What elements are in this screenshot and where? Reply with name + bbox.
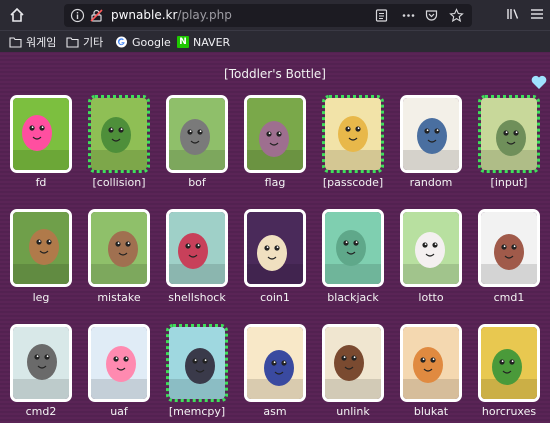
- challenge-page: [Toddler's Bottle] fd [collision] bof flag[…: [0, 52, 550, 423]
- bookmark-label: 워게임: [26, 36, 57, 49]
- bookmark-label: NAVER: [193, 35, 231, 49]
- challenge-card[interactable]: [400, 324, 462, 402]
- challenge-label[interactable]: asm: [230, 405, 320, 418]
- challenge-card[interactable]: [400, 95, 462, 173]
- challenge-card[interactable]: [478, 209, 540, 287]
- challenge-artwork: [247, 98, 303, 170]
- bookmark-label: Google: [132, 35, 171, 49]
- more-actions-icon[interactable]: [401, 8, 416, 23]
- naver-icon: N: [177, 36, 189, 48]
- challenge-card[interactable]: [10, 324, 72, 402]
- challenge-card[interactable]: [478, 324, 540, 402]
- url-path: /play.php: [177, 8, 232, 22]
- challenge-artwork: [325, 98, 381, 170]
- challenge-card[interactable]: [322, 95, 384, 173]
- library-icon[interactable]: [505, 6, 521, 22]
- challenge-card[interactable]: [166, 324, 228, 402]
- challenge-label[interactable]: random: [386, 176, 476, 189]
- challenge-card[interactable]: [322, 324, 384, 402]
- bookmark-folder-etc[interactable]: 기타: [66, 35, 103, 49]
- folder-icon: [9, 37, 22, 48]
- challenge-artwork: [169, 98, 225, 170]
- challenge-card[interactable]: [244, 324, 306, 402]
- challenge-label[interactable]: bof: [152, 176, 242, 189]
- challenge-card[interactable]: [166, 209, 228, 287]
- reader-view-icon[interactable]: [374, 8, 389, 23]
- home-icon[interactable]: [6, 4, 28, 26]
- challenge-label[interactable]: shellshock: [152, 291, 242, 304]
- challenge-label[interactable]: flag: [230, 176, 320, 189]
- bookmark-naver[interactable]: N NAVER: [177, 35, 230, 49]
- bookmarks-bar: 워게임 기타 Google N NAVER: [0, 30, 550, 52]
- challenge-label[interactable]: [passcode]: [308, 176, 398, 189]
- challenge-label[interactable]: lotto: [386, 291, 476, 304]
- address-bar[interactable]: pwnable.kr/play.php: [64, 4, 472, 27]
- url-text[interactable]: pwnable.kr/play.php: [111, 8, 232, 22]
- challenge-artwork: [247, 327, 303, 399]
- challenge-artwork: [91, 212, 147, 284]
- menu-icon[interactable]: [529, 6, 545, 22]
- challenge-artwork: [481, 212, 537, 284]
- bookmark-label: 기타: [83, 36, 104, 49]
- challenge-artwork: [403, 98, 459, 170]
- bookmark-google[interactable]: Google: [115, 35, 171, 49]
- challenge-card[interactable]: [244, 95, 306, 173]
- challenge-card[interactable]: [10, 95, 72, 173]
- challenge-label[interactable]: cmd1: [464, 291, 550, 304]
- challenge-label[interactable]: coin1: [230, 291, 320, 304]
- bookmark-star-icon[interactable]: [449, 8, 464, 23]
- challenge-artwork: [403, 327, 459, 399]
- challenge-card[interactable]: [166, 95, 228, 173]
- browser-toolbar: pwnable.kr/play.php: [0, 0, 550, 30]
- challenge-artwork: [403, 212, 459, 284]
- challenge-label[interactable]: blukat: [386, 405, 476, 418]
- challenge-artwork: [13, 212, 69, 284]
- challenge-artwork: [91, 98, 147, 170]
- challenge-card[interactable]: [10, 209, 72, 287]
- challenge-card[interactable]: [88, 95, 150, 173]
- challenge-artwork: [13, 327, 69, 399]
- challenge-artwork: [169, 212, 225, 284]
- challenge-artwork: [91, 327, 147, 399]
- challenge-card[interactable]: [400, 209, 462, 287]
- challenge-card[interactable]: [478, 95, 540, 173]
- bookmark-folder-wargame[interactable]: 워게임: [9, 35, 56, 49]
- challenge-artwork: [481, 327, 537, 399]
- challenge-card[interactable]: [322, 209, 384, 287]
- folder-icon: [66, 37, 79, 48]
- challenge-label[interactable]: [input]: [464, 176, 550, 189]
- challenge-card[interactable]: [244, 209, 306, 287]
- insecure-lock-icon[interactable]: [89, 8, 104, 23]
- challenge-label[interactable]: uaf: [74, 405, 164, 418]
- challenge-label[interactable]: unlink: [308, 405, 398, 418]
- google-icon: [116, 36, 127, 48]
- challenge-artwork: [169, 327, 225, 399]
- heart-icon: [530, 73, 548, 91]
- challenge-card[interactable]: [88, 209, 150, 287]
- info-icon[interactable]: [70, 8, 85, 23]
- challenge-artwork: [247, 212, 303, 284]
- challenge-label[interactable]: [collision]: [74, 176, 164, 189]
- challenge-artwork: [13, 98, 69, 170]
- challenge-label[interactable]: mistake: [74, 291, 164, 304]
- pocket-icon[interactable]: [424, 8, 439, 23]
- challenge-artwork: [325, 212, 381, 284]
- challenge-card[interactable]: [88, 324, 150, 402]
- challenge-artwork: [481, 98, 537, 170]
- challenge-label[interactable]: blackjack: [308, 291, 398, 304]
- challenge-label[interactable]: [memcpy]: [152, 405, 242, 418]
- url-host: pwnable.kr: [111, 8, 178, 22]
- section-title: [Toddler's Bottle]: [224, 67, 326, 81]
- challenge-artwork: [325, 327, 381, 399]
- challenge-label[interactable]: horcruxes: [464, 405, 550, 418]
